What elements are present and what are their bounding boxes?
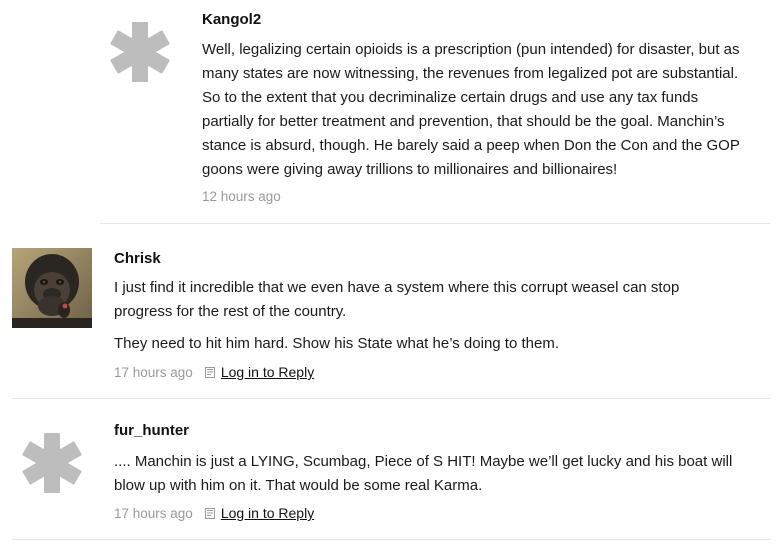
asterisk-avatar-icon (22, 433, 82, 493)
comment-divider (12, 539, 770, 540)
comment-timestamp[interactable]: 17 hours ago (114, 365, 193, 380)
asterisk-avatar-icon (110, 22, 170, 82)
comment-fur-hunter: fur_hunter .... Manchin is just a LYING,… (0, 399, 784, 553)
comment-timestamp[interactable]: 17 hours ago (114, 506, 193, 521)
login-to-reply-link[interactable]: Log in to Reply (221, 364, 314, 380)
comment-text-line: So to the extent that you decriminalize … (202, 89, 699, 106)
comment-text-line: partially for better treatment and preve… (202, 113, 725, 130)
comment-text-line: Well, legalizing certain opioids is a pr… (202, 41, 740, 58)
comment-text-line: many states are now witnessing, the reve… (202, 65, 739, 82)
gorilla-avatar-icon (12, 248, 92, 328)
comments-section: Kangol2 Well, legalizing certain opioids… (0, 0, 784, 553)
comment-author[interactable]: fur_hunter (114, 422, 189, 439)
comment-text-line: progress for the rest of the country. (114, 303, 347, 320)
comment-author[interactable]: Kangol2 (202, 11, 261, 28)
comment-meta: 17 hours ago Log in to Reply (114, 505, 314, 521)
comment-author[interactable]: Chrisk (114, 250, 161, 267)
comment-timestamp[interactable]: 12 hours ago (202, 189, 281, 204)
reply-icon (204, 507, 215, 519)
comment-meta: 12 hours ago (202, 189, 281, 204)
comment-text-line: blow up with him on it. That would be so… (114, 477, 483, 494)
comment-kangol2: Kangol2 Well, legalizing certain opioids… (0, 0, 784, 224)
reply-icon (204, 366, 215, 378)
comment-text-line: stance is absurd, though. He barely said… (202, 137, 740, 154)
comment-text-line: They need to hit him hard. Show his Stat… (114, 335, 559, 352)
comment-text-line: goons were giving away trillions to mill… (202, 161, 618, 178)
comment-meta: 17 hours ago Log in to Reply (114, 364, 314, 380)
login-to-reply-link[interactable]: Log in to Reply (221, 505, 314, 521)
reply-button[interactable]: Log in to Reply (204, 505, 314, 521)
comment-chrisk: Chrisk I just find it incredible that we… (0, 224, 784, 398)
reply-button[interactable]: Log in to Reply (204, 364, 314, 380)
avatar (12, 248, 92, 328)
comment-text-line: .... Manchin is just a LYING, Scumbag, P… (114, 453, 733, 470)
comment-text-line: I just find it incredible that we even h… (114, 279, 680, 296)
